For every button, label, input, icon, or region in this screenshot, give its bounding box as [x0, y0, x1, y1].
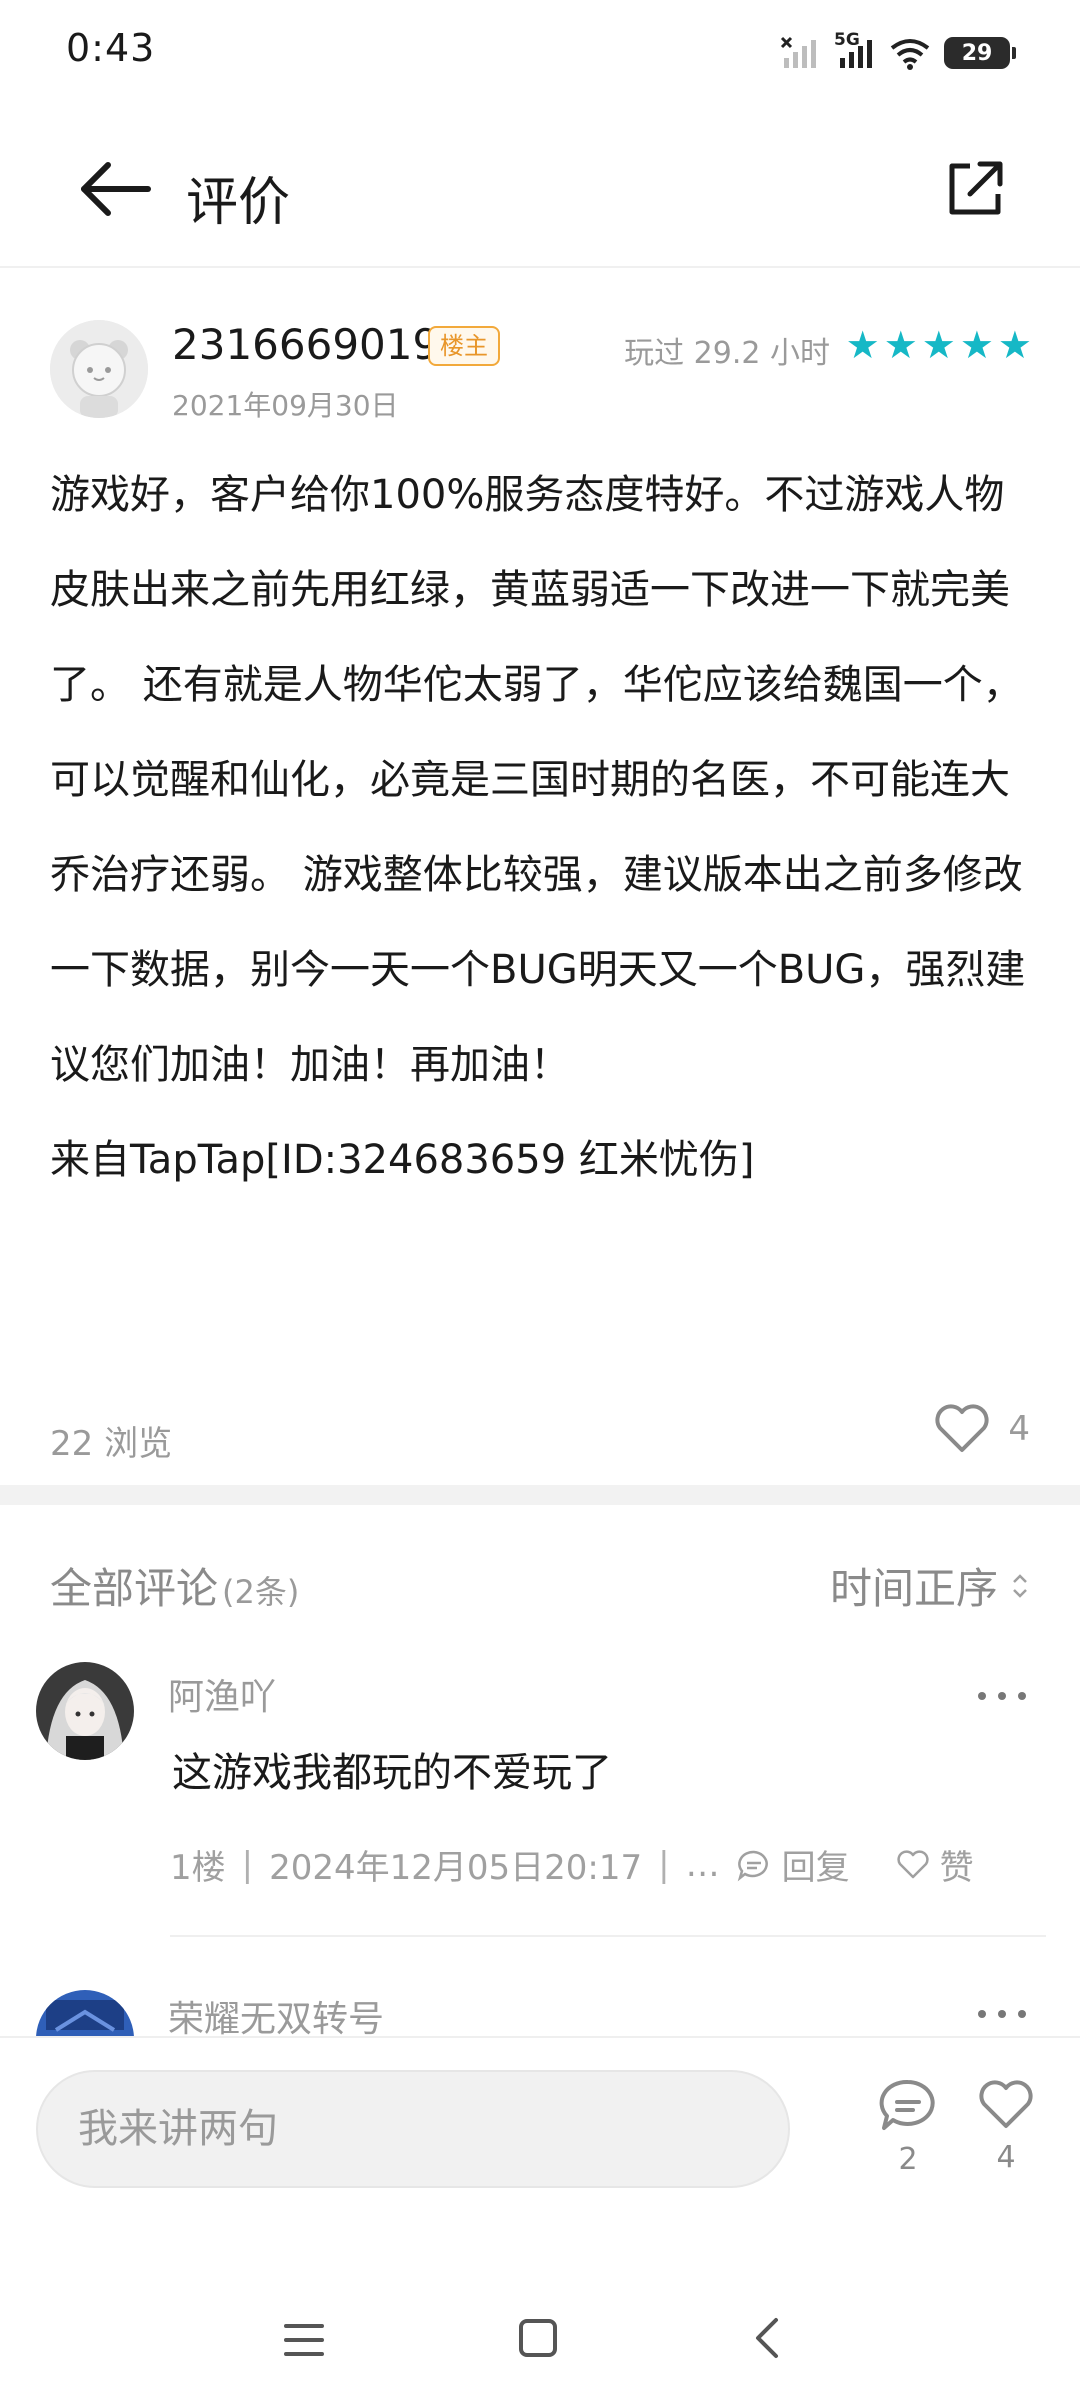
share-button[interactable] [940, 154, 1010, 224]
arrow-left-icon [81, 162, 151, 216]
recent-apps-button[interactable] [280, 2318, 328, 2362]
heart-icon [896, 1849, 929, 1878]
comment-item: 阿渔吖 这游戏我都玩的不爱玩了 1楼 | 2024年12月05日20:17 | … [0, 1662, 1080, 1942]
comment-ellipsis: … [685, 1844, 720, 1885]
bottom-bar: 我来讲两句 2 4 [0, 2036, 1080, 2216]
comment-item: 荣耀无双转号 [0, 1990, 1080, 2036]
heart-icon [979, 2080, 1033, 2128]
more-options-button[interactable] [972, 1994, 1032, 2034]
star-icon: ★ [921, 323, 956, 367]
comment-meta: 1楼 | 2024年12月05日20:17 | … 回复 赞 [170, 1840, 1050, 1889]
menu-icon [284, 2324, 324, 2356]
like-count: 4 [1008, 1409, 1030, 1449]
header: 评价 [0, 110, 1080, 268]
review-meta: 22 浏览 4 [0, 1398, 1080, 1478]
comment-author[interactable]: 阿渔吖 [168, 1668, 276, 1720]
like-count: 4 [996, 2140, 1016, 2175]
comment-floor: 1楼 [170, 1848, 226, 1888]
home-button[interactable] [514, 2314, 562, 2362]
user-avatar-image [36, 1662, 134, 1760]
chat-bubble-icon [737, 1850, 768, 1881]
square-icon [519, 2319, 557, 2357]
comments-button[interactable]: 2 [872, 2078, 944, 2177]
system-back-button[interactable] [748, 2314, 788, 2362]
comment-author[interactable]: 荣耀无双转号 [168, 1990, 384, 2036]
review-text: 游戏好，客户给你100%服务态度特好。不过游戏人物皮肤出来之前先用红绿，黄蓝弱适… [50, 472, 1026, 1088]
chevron-left-icon [756, 2318, 778, 2358]
status-time: 0:43 [66, 26, 156, 70]
system-nav-bar [0, 2290, 1080, 2390]
owner-badge: 楼主 [428, 326, 500, 366]
review-body: 游戏好，客户给你100%服务态度特好。不过游戏人物皮肤出来之前先用红绿，黄蓝弱适… [50, 448, 1040, 1208]
default-avatar-icon [50, 320, 148, 418]
like-label: 赞 [939, 1848, 974, 1888]
wifi-icon [890, 39, 930, 70]
comments-title: 全部评论 (2条) [50, 1555, 299, 1616]
review-username[interactable]: 2316669019 [172, 320, 439, 369]
review-date: 2021年09月30日 [172, 389, 399, 422]
status-icons: 5G 29 [780, 28, 1016, 78]
more-icon [978, 2010, 1026, 2018]
reply-input[interactable]: 我来讲两句 [36, 2070, 790, 2188]
like-button[interactable]: 4 [934, 1404, 1030, 1454]
avatar[interactable] [50, 320, 148, 418]
view-count: 22 浏览 [50, 1424, 173, 1464]
rating-stars: ★ ★ ★ ★ ★ [846, 326, 1032, 364]
comment-divider [170, 1935, 1046, 1937]
comment-text: 这游戏我都玩的不爱玩了 [172, 1750, 612, 1796]
signal-off-icon [780, 36, 816, 68]
playtime: 玩过 29.2 小时 [624, 336, 830, 371]
sort-order-button[interactable]: 时间正序 [830, 1555, 1030, 1616]
section-divider [0, 1485, 1080, 1505]
sort-icon [1013, 1573, 1027, 1598]
comments-title-label: 全部评论 [50, 1564, 219, 1613]
separator: | [241, 1844, 254, 1885]
status-bar: 0:43 5G 29 [0, 0, 1080, 100]
more-options-button[interactable] [972, 1676, 1032, 1716]
star-icon: ★ [845, 323, 880, 367]
comment-time: 2024年12月05日20:17 [269, 1848, 643, 1888]
reply-label: 回复 [781, 1848, 850, 1888]
star-icon: ★ [883, 323, 918, 367]
like-button[interactable]: 4 [970, 2078, 1042, 2175]
like-comment-button[interactable]: 赞 [896, 1840, 974, 1889]
review-source: 来自TapTap[ID:324683659 红米忧伤] [50, 1137, 755, 1183]
avatar[interactable] [36, 1990, 134, 2036]
more-icon [978, 1692, 1026, 1700]
comment-count: 2 [898, 2142, 918, 2177]
sort-order-label: 时间正序 [829, 1564, 998, 1613]
battery-icon: 29 [944, 37, 1016, 69]
heart-icon [935, 1404, 989, 1452]
separator: | [658, 1844, 670, 1885]
avatar[interactable] [36, 1662, 134, 1760]
star-icon: ★ [997, 323, 1032, 367]
comments-header: 全部评论 (2条) 时间正序 [0, 1555, 1080, 1615]
chat-bubble-icon [879, 2079, 935, 2130]
back-button[interactable] [76, 154, 156, 224]
comments-count: (2条) [222, 1573, 300, 1611]
star-icon: ★ [959, 323, 994, 367]
reply-button[interactable]: 回复 [736, 1840, 850, 1889]
signal-5g-icon: 5G [834, 30, 876, 70]
user-avatar-image [36, 1990, 134, 2036]
share-icon [949, 161, 1003, 215]
page-title: 评价 [186, 173, 291, 233]
